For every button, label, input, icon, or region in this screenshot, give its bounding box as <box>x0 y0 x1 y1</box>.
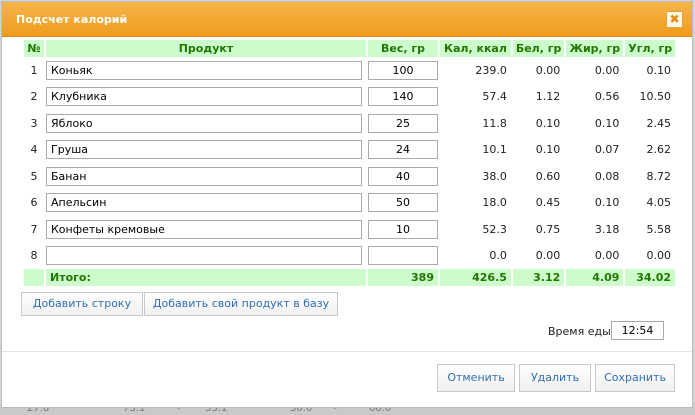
table-row: 4 10.1 0.10 0.07 2.62 <box>24 137 675 164</box>
close-icon[interactable]: ✖ <box>666 11 683 28</box>
protein-value: 1.12 <box>535 90 561 104</box>
row-number: 1 <box>30 63 38 77</box>
weight-input[interactable] <box>368 246 438 266</box>
row-number: 8 <box>30 249 38 263</box>
total-carbs: 34.02 <box>625 269 675 286</box>
product-input[interactable] <box>46 113 362 133</box>
protein-value: 0.45 <box>535 196 561 210</box>
add-product-button[interactable]: Добавить свой продукт в базу <box>144 292 338 316</box>
protein-value: 0.10 <box>535 143 561 157</box>
weight-input[interactable] <box>368 140 438 160</box>
product-input[interactable] <box>46 193 362 213</box>
footer-divider <box>2 351 692 352</box>
protein-value: 0.60 <box>535 169 561 183</box>
total-protein: 3.12 <box>512 269 565 286</box>
dialog-titlebar: Подсчет калорий ✖ <box>2 2 692 37</box>
kcal-value: 38.0 <box>482 169 507 183</box>
total-row: Итого: 389 426.5 3.12 4.09 34.02 <box>24 269 675 286</box>
kcal-value: 11.8 <box>482 116 507 130</box>
table-row: 2 57.4 1.12 0.56 10.50 <box>24 84 675 111</box>
table-row: 6 18.0 0.45 0.10 4.05 <box>24 190 675 217</box>
header-weight: Вес, гр <box>368 40 438 57</box>
carbs-value: 2.62 <box>646 143 672 157</box>
kcal-value: 57.4 <box>482 90 507 104</box>
row-number: 5 <box>30 169 38 183</box>
kcal-value: 239.0 <box>475 63 507 77</box>
product-input[interactable] <box>46 140 362 160</box>
table-row: 3 11.8 0.10 0.10 2.45 <box>24 110 675 137</box>
calorie-table: № Продукт Вес, гр Кал, ккал Бел, гр Жир,… <box>22 40 677 286</box>
meal-time-input[interactable] <box>611 321 664 340</box>
fat-value: 0.08 <box>594 169 620 183</box>
total-label: Итого: <box>46 269 366 286</box>
total-fat: 4.09 <box>566 269 624 286</box>
product-input[interactable] <box>46 166 362 186</box>
protein-value: 0.00 <box>535 63 561 77</box>
protein-value: 0.00 <box>535 249 561 263</box>
header-kcal: Кал, ккал <box>440 40 511 57</box>
row-number: 7 <box>30 222 38 236</box>
kcal-value: 18.0 <box>482 196 507 210</box>
carbs-value: 2.45 <box>646 116 672 130</box>
kcal-value: 0.0 <box>489 249 507 263</box>
weight-input[interactable] <box>368 219 438 239</box>
cancel-button[interactable]: Отменить <box>437 364 515 392</box>
total-weight: 389 <box>368 269 438 286</box>
weight-input[interactable] <box>368 113 438 133</box>
save-button[interactable]: Сохранить <box>595 364 675 392</box>
carbs-value: 10.50 <box>639 90 672 104</box>
kcal-value: 52.3 <box>482 222 507 236</box>
row-number: 6 <box>30 196 38 210</box>
weight-input[interactable] <box>368 60 438 80</box>
dialog-title: Подсчет калорий <box>16 13 128 26</box>
table-row: 5 38.0 0.60 0.08 8.72 <box>24 163 675 190</box>
product-input[interactable] <box>46 87 362 107</box>
product-input[interactable] <box>46 246 362 266</box>
fat-value: 0.56 <box>594 90 620 104</box>
product-input[interactable] <box>46 60 362 80</box>
fat-value: 0.00 <box>594 249 620 263</box>
row-number: 3 <box>30 116 38 130</box>
table-row: 8 0.0 0.00 0.00 0.00 <box>24 243 675 270</box>
table-row: 7 52.3 0.75 3.18 5.58 <box>24 216 675 243</box>
fat-value: 0.10 <box>594 196 620 210</box>
carbs-value: 4.05 <box>646 196 672 210</box>
header-carbs: Угл, гр <box>625 40 675 57</box>
header-num: № <box>24 40 44 57</box>
kcal-value: 10.1 <box>482 143 507 157</box>
total-spacer <box>24 269 44 286</box>
protein-value: 0.75 <box>535 222 561 236</box>
add-row-button[interactable]: Добавить строку <box>21 292 143 316</box>
carbs-value: 0.10 <box>646 63 672 77</box>
calorie-dialog: Подсчет калорий ✖ № Продукт Вес, гр Кал,… <box>1 1 693 408</box>
header-protein: Бел, гр <box>512 40 565 57</box>
weight-input[interactable] <box>368 166 438 186</box>
carbs-value: 5.58 <box>646 222 672 236</box>
delete-button[interactable]: Удалить <box>519 364 591 392</box>
header-fat: Жир, гр <box>566 40 624 57</box>
fat-value: 0.00 <box>594 63 620 77</box>
weight-input[interactable] <box>368 193 438 213</box>
carbs-value: 8.72 <box>646 169 672 183</box>
row-number: 2 <box>30 90 38 104</box>
fat-value: 0.10 <box>594 116 620 130</box>
table-header-row: № Продукт Вес, гр Кал, ккал Бел, гр Жир,… <box>24 40 675 57</box>
carbs-value: 0.00 <box>646 249 672 263</box>
meal-time-label: Время еды: <box>548 325 615 338</box>
product-input[interactable] <box>46 219 362 239</box>
weight-input[interactable] <box>368 87 438 107</box>
fat-value: 0.07 <box>594 143 620 157</box>
total-kcal: 426.5 <box>440 269 511 286</box>
protein-value: 0.10 <box>535 116 561 130</box>
header-product: Продукт <box>46 40 366 57</box>
table-row: 1 239.0 0.00 0.00 0.10 <box>24 57 675 84</box>
row-number: 4 <box>30 143 38 157</box>
fat-value: 3.18 <box>594 222 620 236</box>
